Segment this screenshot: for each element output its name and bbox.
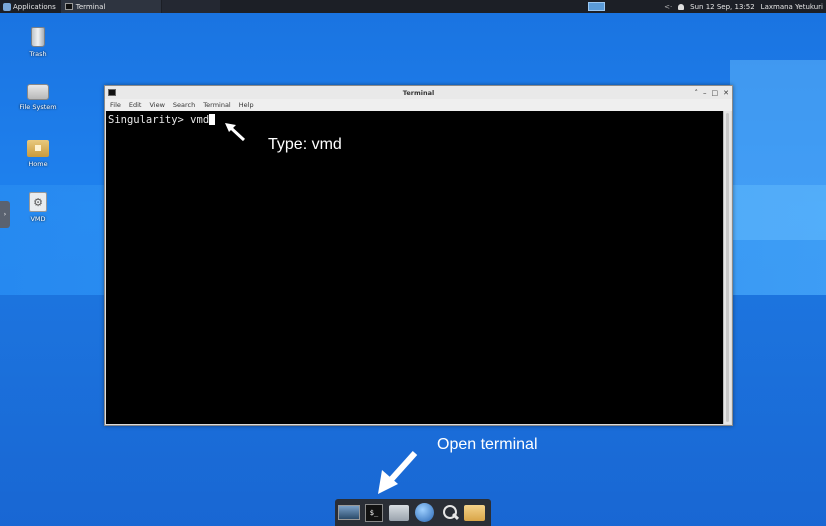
annotation-layer (225, 123, 418, 494)
file-manager-icon (389, 504, 409, 521)
arrow-to-prompt-icon (225, 123, 246, 142)
arrow-to-terminal-icon (378, 450, 418, 494)
annotation-open-hint: Open terminal (437, 436, 538, 453)
dock-web-browser[interactable] (413, 502, 435, 524)
dock-app-finder[interactable] (438, 502, 460, 524)
terminal-icon: $_ (365, 503, 383, 522)
desktop-icon (338, 505, 360, 520)
dock-file-manager[interactable] (388, 502, 410, 524)
search-icon (440, 503, 459, 522)
folder-icon (463, 504, 485, 521)
dock: $_ (335, 499, 491, 526)
globe-icon (414, 503, 434, 522)
annotation-type-hint: Type: vmd (268, 136, 342, 153)
dock-terminal[interactable]: $_ (363, 502, 385, 524)
dock-folder[interactable] (463, 502, 485, 524)
dock-show-desktop[interactable] (338, 502, 360, 524)
